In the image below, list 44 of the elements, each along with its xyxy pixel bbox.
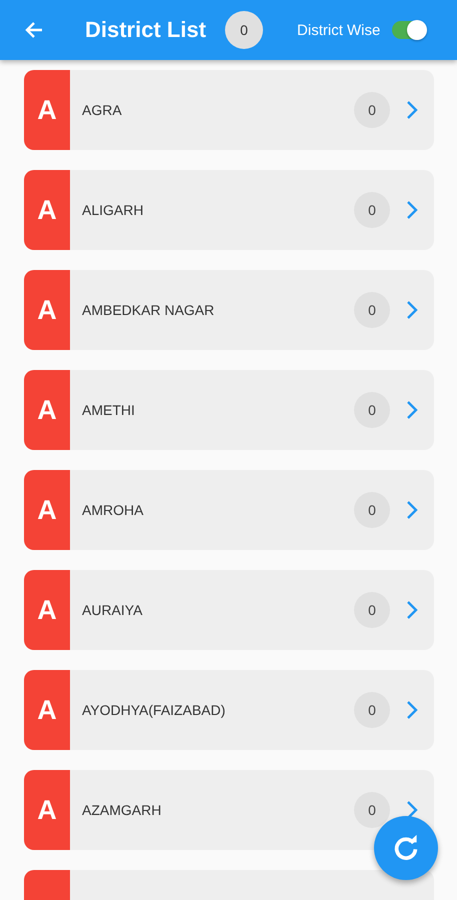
district-card[interactable]: A AMROHA 0 (24, 470, 434, 550)
district-card[interactable]: A AGRA 0 (24, 70, 434, 150)
chevron-right-icon[interactable] (406, 200, 418, 220)
chevron-right-icon[interactable] (406, 400, 418, 420)
district-name: AMETHI (82, 402, 136, 418)
district-name: AYODHYA(FAIZABAD) (82, 702, 226, 718)
initial-letter: A (37, 194, 57, 226)
chevron-right-icon[interactable] (406, 600, 418, 620)
district-name: AZAMGARH (82, 802, 162, 818)
count-badge: 0 (354, 292, 390, 328)
count-badge: 0 (354, 492, 390, 528)
district-card[interactable]: A AMETHI 0 (24, 370, 434, 450)
initial-letter: A (37, 594, 57, 626)
initial-letter: A (37, 294, 57, 326)
toggle-label: District Wise (297, 22, 380, 38)
count-badge: 0 (354, 392, 390, 428)
chevron-right-icon[interactable] (406, 300, 418, 320)
count-badge: 0 (354, 92, 390, 128)
back-arrow-icon[interactable] (24, 20, 44, 40)
initial-letter: A (37, 794, 57, 826)
district-name: AMROHA (82, 502, 144, 518)
district-card[interactable]: A AZAMGARH 0 (24, 770, 434, 850)
initial-letter: A (37, 494, 57, 526)
district-card[interactable]: A AURAIYA 0 (24, 570, 434, 650)
initial-letter: A (37, 694, 57, 726)
page-title: District List (85, 17, 206, 43)
count-badge: 0 (354, 192, 390, 228)
district-card[interactable]: A ALIGARH 0 (24, 170, 434, 250)
initial-letter: A (37, 94, 57, 126)
chevron-right-icon[interactable] (406, 700, 418, 720)
chevron-right-icon[interactable] (406, 500, 418, 520)
count-badge: 0 (225, 11, 264, 49)
district-card[interactable]: A AMBEDKAR NAGAR 0 (24, 270, 434, 350)
district-name: AGRA (82, 102, 123, 118)
count-badge: 0 (354, 792, 390, 828)
district-name: AURAIYA (82, 602, 144, 618)
initial-letter: A (37, 394, 57, 426)
count-badge: 0 (354, 692, 390, 728)
district-wise-switch[interactable] (392, 21, 426, 39)
district-name: AMBEDKAR NAGAR (82, 302, 216, 318)
count-badge: 0 (354, 592, 390, 628)
chevron-right-icon[interactable] (406, 100, 418, 120)
district-name: ALIGARH (82, 202, 144, 218)
district-card[interactable]: A AYODHYA(FAIZABAD) 0 (24, 670, 434, 750)
